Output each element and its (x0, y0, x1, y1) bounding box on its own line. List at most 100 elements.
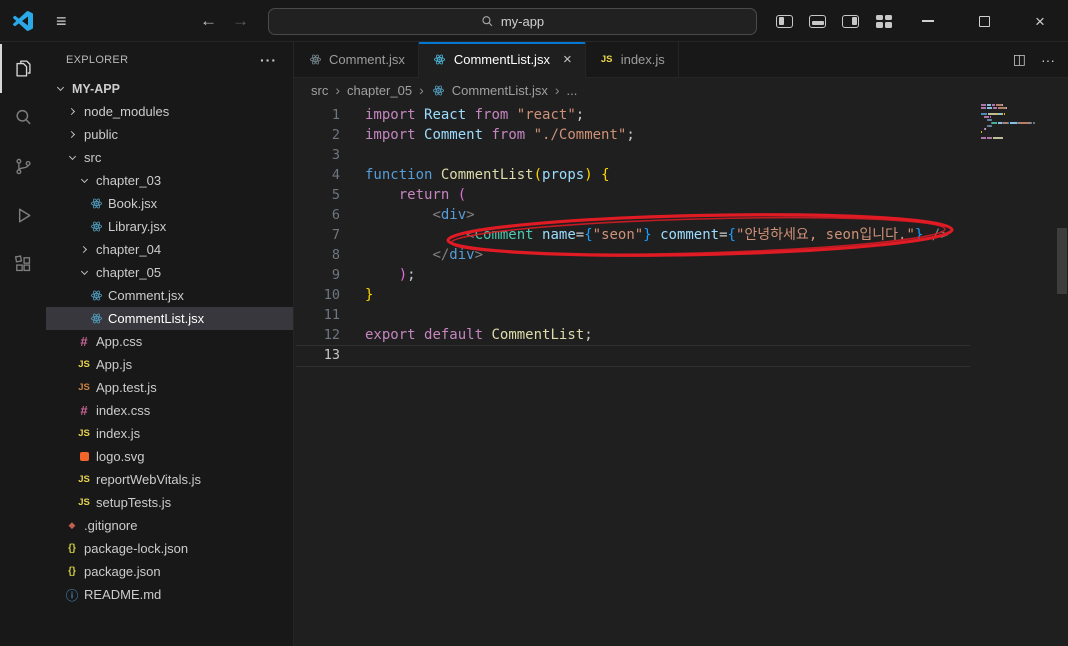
menu-icon[interactable]: ≡ (56, 0, 67, 42)
tree-file-app-js[interactable]: JS App.js (46, 353, 293, 376)
breadcrumb-label: CommentList.jsx (451, 82, 548, 98)
tab-comment-jsx[interactable]: Comment.jsx (294, 42, 419, 77)
tree-file-commentlist-jsx[interactable]: CommentList.jsx (46, 307, 293, 330)
more-actions-icon[interactable]: ··· (260, 52, 277, 68)
toggle-primary-sidebar-icon[interactable] (768, 0, 801, 42)
toggle-panel-icon[interactable] (801, 0, 834, 42)
tree-file-app-css[interactable]: # App.css (46, 330, 293, 353)
tree-file-reportwebvitals-js[interactable]: JS reportWebVitals.js (46, 468, 293, 491)
tree-folder-chapter-04[interactable]: chapter_04 (46, 238, 293, 261)
maximize-button[interactable] (956, 0, 1012, 42)
tree-file-comment-jsx[interactable]: Comment.jsx (46, 284, 293, 307)
code-line-9[interactable]: 9 ); (294, 265, 1068, 285)
code-text: function CommentList(props) { (365, 167, 610, 183)
react-icon (432, 52, 448, 68)
code-line-2[interactable]: 2 import Comment from "./Comment"; (294, 125, 1068, 145)
code-line-6[interactable]: 6 <div> (294, 205, 1068, 225)
minimap-line (981, 116, 1053, 118)
breadcrumb-item-chapter-05[interactable]: chapter_05 (347, 83, 412, 98)
line-number[interactable]: 13 (294, 345, 340, 365)
breadcrumb-item-commentlist-jsx[interactable]: CommentList.jsx (431, 82, 548, 98)
code-line-5[interactable]: 5 return ( (294, 185, 1068, 205)
tree-file-setuptests-js[interactable]: JS setupTests.js (46, 491, 293, 514)
tree-file-package-json[interactable]: {} package.json (46, 560, 293, 583)
editor-group: Comment.jsx CommentList.jsx × JS index.js ◫ … (294, 42, 1068, 646)
line-number[interactable]: 2 (294, 125, 340, 145)
tree-file-package-lock-json[interactable]: {} package-lock.json (46, 537, 293, 560)
tree-file-logo-svg[interactable]: logo.svg (46, 445, 293, 468)
line-number[interactable]: 6 (294, 205, 340, 225)
tree-item-label: .gitignore (84, 518, 138, 533)
search-icon[interactable] (0, 93, 46, 142)
tree-root-my-app[interactable]: MY-APP (46, 77, 293, 100)
breadcrumb-item-[interactable]: ... (567, 83, 578, 98)
minimize-button[interactable] (900, 0, 956, 42)
run-debug-icon[interactable] (0, 191, 46, 240)
tree-folder-node-modules[interactable]: node_modules (46, 100, 293, 123)
tree-folder-chapter-03[interactable]: chapter_03 (46, 169, 293, 192)
chevron-right-icon (64, 127, 80, 143)
close-icon[interactable]: × (563, 51, 572, 68)
code-line-4[interactable]: 4 function CommentList(props) { (294, 165, 1068, 185)
tree-item-label: CommentList.jsx (108, 311, 205, 326)
code-line-10[interactable]: 10} (294, 285, 1068, 305)
line-number[interactable]: 11 (294, 305, 340, 325)
code-line-8[interactable]: 8 </div> (294, 245, 1068, 265)
line-number[interactable]: 3 (294, 145, 340, 165)
close-button[interactable]: × (1012, 0, 1068, 42)
tab-commentlist-jsx[interactable]: CommentList.jsx × (418, 42, 586, 78)
tree-item-label: chapter_04 (96, 242, 162, 257)
minimap-line (981, 131, 1053, 133)
breadcrumb-item-src[interactable]: src (311, 83, 328, 98)
minimap[interactable] (981, 104, 1053, 143)
line-number[interactable]: 4 (294, 165, 340, 185)
tree-file-index-js[interactable]: JS index.js (46, 422, 293, 445)
tree-folder-chapter-05[interactable]: chapter_05 (46, 261, 293, 284)
tree-folder-src[interactable]: src (46, 146, 293, 169)
code-line-3[interactable]: 3 (294, 145, 1068, 165)
code-line-13[interactable]: 13 (294, 345, 1068, 367)
forward-arrow-icon[interactable]: → (232, 0, 249, 42)
tree-file-book-jsx[interactable]: Book.jsx (46, 192, 293, 215)
tree-file-gitignore[interactable]: ◆ .gitignore (46, 514, 293, 537)
tree-item-label: App.js (96, 357, 133, 372)
tree-file-library-jsx[interactable]: Library.jsx (46, 215, 293, 238)
line-number[interactable]: 5 (294, 185, 340, 205)
tab-index-js[interactable]: JS index.js (585, 42, 679, 77)
line-number[interactable]: 10 (294, 285, 340, 305)
code-line-1[interactable]: 1 import React from "react"; (294, 105, 1068, 125)
line-number[interactable]: 7 (294, 225, 340, 245)
extensions-icon[interactable] (0, 240, 46, 289)
source-control-icon[interactable] (0, 142, 46, 191)
tree-item-label: package-lock.json (84, 541, 189, 556)
git-icon: ◆ (68, 520, 76, 530)
json-icon: {} (68, 543, 76, 554)
more-actions-icon[interactable]: ··· (1041, 52, 1055, 68)
tree-file-index-css[interactable]: # index.css (46, 399, 293, 422)
toggle-secondary-sidebar-icon[interactable] (834, 0, 867, 42)
minimap-line (981, 125, 1053, 127)
code-line-12[interactable]: 12 export default CommentList; (294, 325, 1068, 345)
minimap-line (981, 137, 1053, 139)
chevron-right-icon (64, 104, 80, 120)
code-text: <Comment name={"seon"} comment={"안녕하세요, … (466, 227, 949, 243)
line-number[interactable]: 1 (294, 105, 340, 125)
customize-layout-icon[interactable] (867, 0, 900, 42)
line-number[interactable]: 9 (294, 265, 340, 285)
tree-file-app-test-js[interactable]: JS App.test.js (46, 376, 293, 399)
command-center-search[interactable]: my-app (268, 8, 757, 35)
tree-item-label: index.css (96, 403, 151, 418)
line-number[interactable]: 12 (294, 325, 340, 345)
code-line-11[interactable]: 11 (294, 305, 1068, 325)
tree-file-readme-md[interactable]: ⓘ README.md (46, 583, 293, 606)
code-editor[interactable]: 1 import React from "react"; 2 import Comme… (294, 102, 1068, 646)
back-arrow-icon[interactable]: ← (200, 0, 217, 42)
tree-folder-public[interactable]: public (46, 123, 293, 146)
scrollbar-thumb[interactable] (1057, 228, 1067, 294)
workbench: EXPLORER ··· MY-APP node_modules public src… (0, 42, 1068, 646)
tree-item-label: chapter_05 (96, 265, 162, 280)
explorer-icon[interactable] (0, 44, 46, 93)
line-number[interactable]: 8 (294, 245, 340, 265)
code-line-7[interactable]: 7 <Comment name={"seon"} comment={"안녕하세요… (294, 225, 1068, 245)
split-editor-icon[interactable]: ◫ (1013, 51, 1026, 68)
